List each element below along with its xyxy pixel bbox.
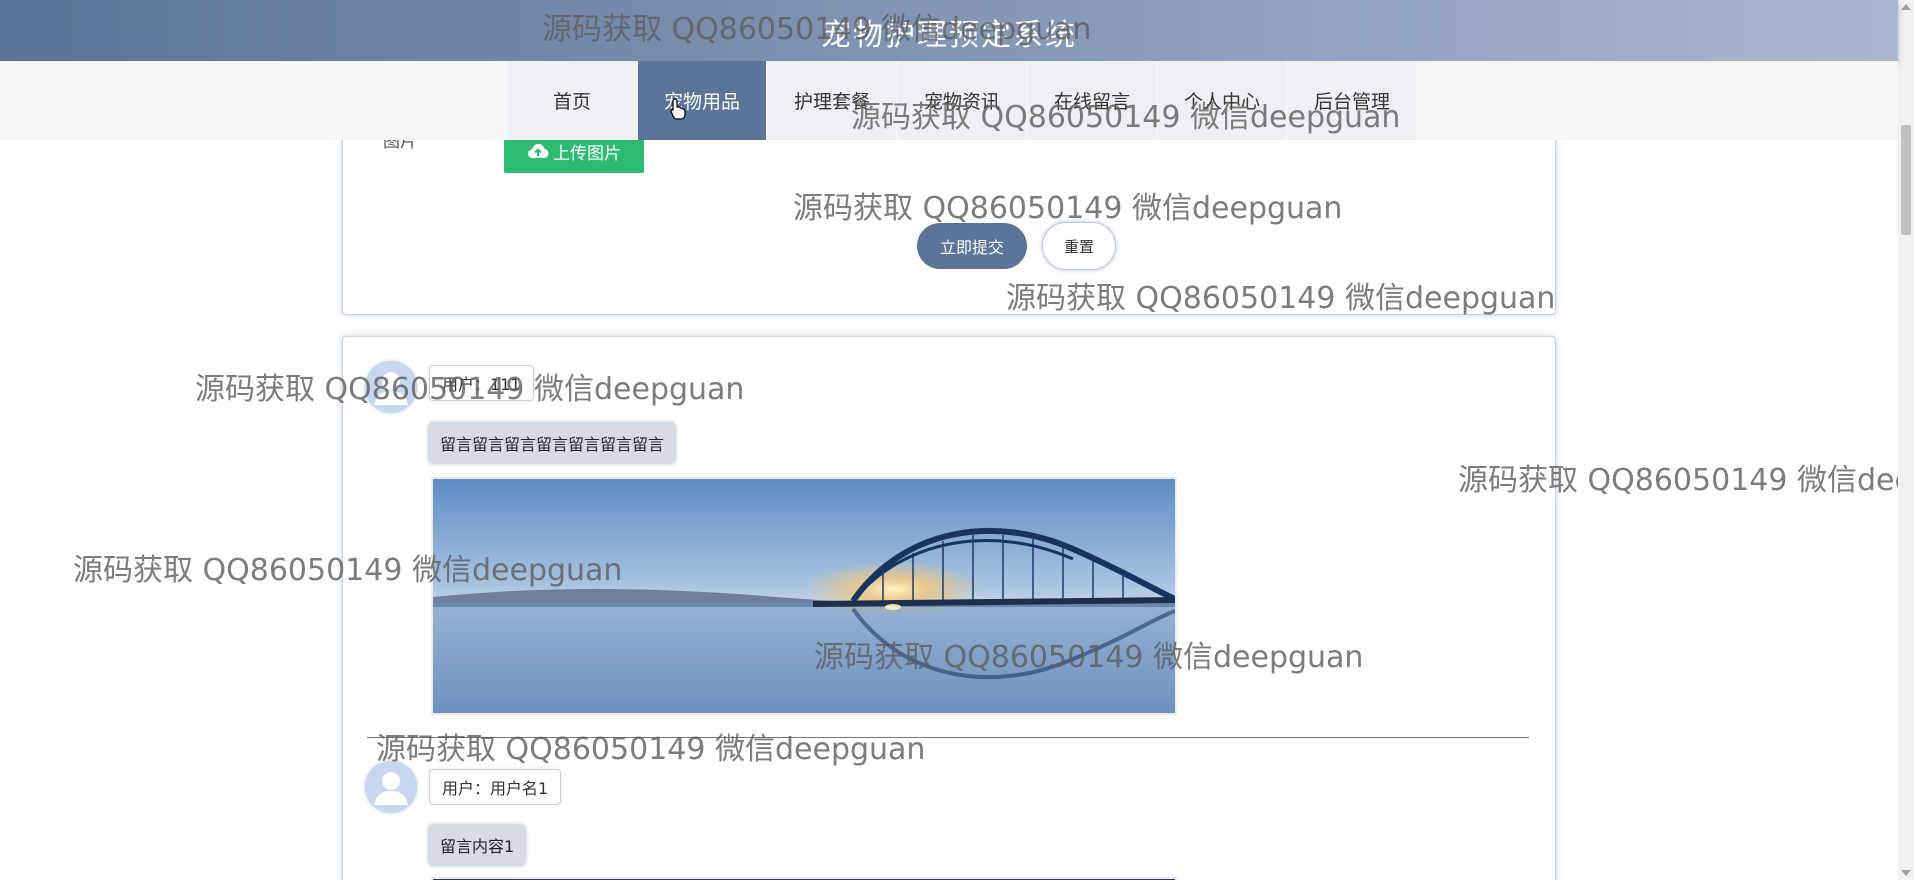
message-content: 留言留言留言留言留言留言留言 [429, 423, 676, 463]
nav-item-pet-supplies[interactable]: 宠物用品 [638, 61, 766, 140]
message-divider [367, 737, 1529, 738]
message-image [431, 477, 1177, 715]
cloud-upload-icon [528, 144, 549, 158]
nav-item-care-packages[interactable]: 护理套餐 [768, 61, 896, 140]
reset-button[interactable]: 重置 [1042, 222, 1116, 270]
nav-list: 首页 宠物用品 护理套餐 宠物资讯 在线留言 个人中心 后台管理 [508, 61, 1418, 140]
main-navbar: 首页 宠物用品 护理套餐 宠物资讯 在线留言 个人中心 后台管理 [0, 61, 1898, 140]
nav-item-admin[interactable]: 后台管理 [1288, 61, 1416, 140]
scrollbar-thumb[interactable] [1901, 125, 1911, 235]
scroll-up-arrow-icon[interactable] [1901, 4, 1911, 10]
nav-item-home[interactable]: 首页 [508, 61, 636, 140]
nav-item-pet-news[interactable]: 宠物资讯 [898, 61, 1026, 140]
message-list: 用户：111 留言留言留言留言留言留言留言 用户：用户名1 留言内容1 [342, 336, 1556, 880]
user-avatar-icon [365, 761, 417, 813]
hand-pointer-icon [670, 98, 686, 120]
site-header: 宠物护理预定系统 [0, 0, 1898, 61]
message-user-tag: 用户：111 [429, 365, 534, 401]
submit-button[interactable]: 立即提交 [917, 223, 1027, 269]
message-user-tag: 用户：用户名1 [429, 769, 562, 805]
user-avatar-icon [365, 361, 417, 413]
message-content: 留言内容1 [429, 825, 526, 865]
nav-item-personal-center[interactable]: 个人中心 [1158, 61, 1286, 140]
scroll-down-arrow-icon[interactable] [1901, 870, 1911, 876]
upload-image-label: 上传图片 [553, 143, 621, 163]
page-scrollbar[interactable] [1898, 0, 1914, 880]
nav-item-online-messages[interactable]: 在线留言 [1028, 61, 1156, 140]
site-title: 宠物护理预定系统 [821, 18, 1077, 53]
